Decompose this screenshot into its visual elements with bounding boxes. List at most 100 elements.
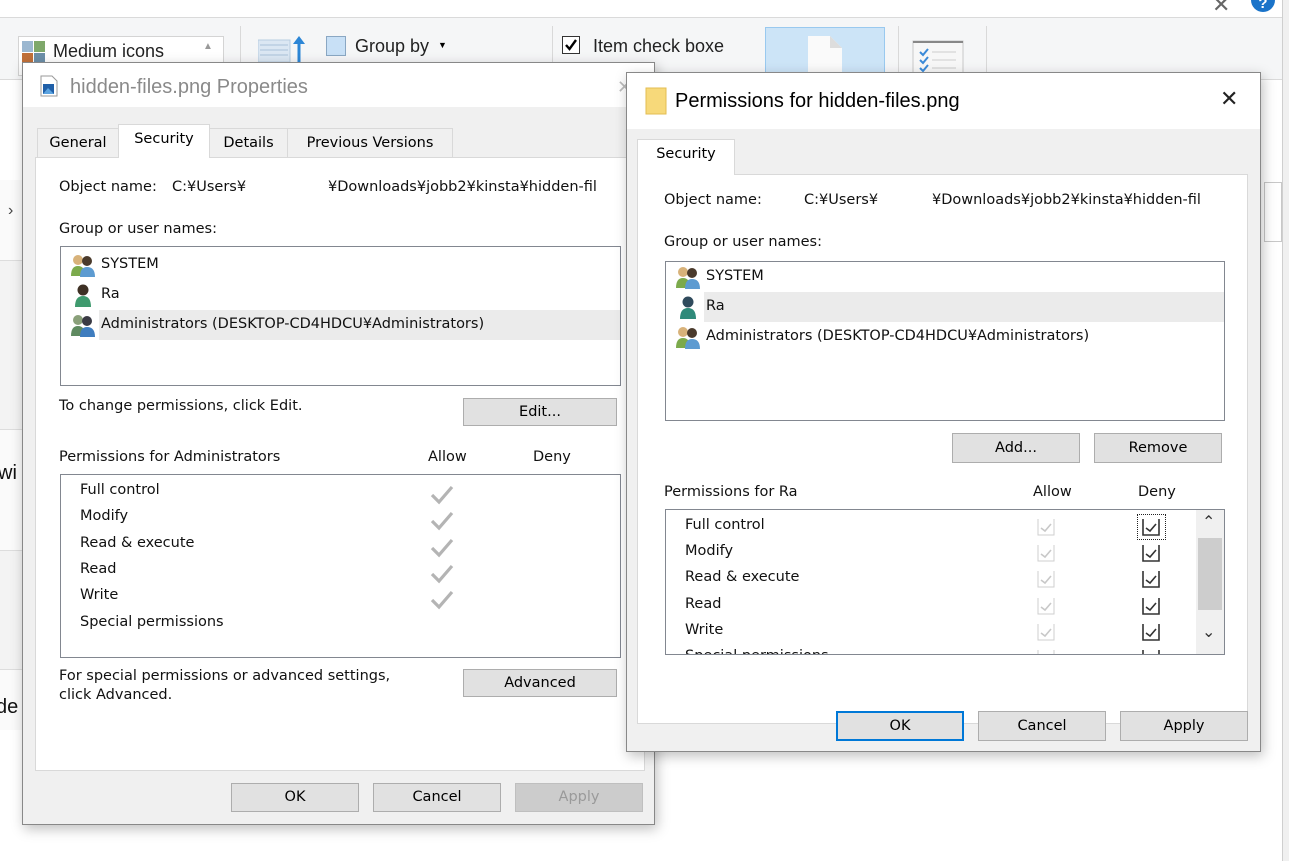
users-listbox[interactable]: SYSTEM Ra Administrators (DESKTOP-CD4HDC… xyxy=(665,261,1225,421)
deny-checkbox[interactable] xyxy=(1142,623,1160,641)
chevron-right-icon[interactable]: › xyxy=(8,202,13,220)
explorer-scrollbar[interactable] xyxy=(1282,0,1289,861)
user-row-ra[interactable]: Ra xyxy=(61,280,620,310)
single-user-icon xyxy=(75,284,91,307)
permissions-title-bar: Permissions for hidden-files.png ✕ xyxy=(627,73,1260,129)
user-row-system[interactable]: SYSTEM xyxy=(666,262,1224,292)
user-name: Ra xyxy=(706,298,725,314)
permissions-cancel-button[interactable]: Cancel xyxy=(978,711,1106,741)
permission-row: Read xyxy=(666,593,1194,619)
explorer-title-bar xyxy=(0,0,1289,18)
object-name-label: Object name: xyxy=(59,179,157,195)
allow-checkbox xyxy=(1037,597,1055,615)
user-name: Administrators (DESKTOP-CD4HDCU¥Administ… xyxy=(706,328,1090,344)
properties-ok-button[interactable]: OK xyxy=(231,783,359,812)
tab-details[interactable]: Details xyxy=(209,128,288,158)
deny-column-header: Deny xyxy=(533,449,571,465)
permission-row: Special permissions xyxy=(666,645,1194,655)
group-by-dropdown-icon[interactable]: ▼ xyxy=(438,40,447,50)
group-users-icon xyxy=(71,255,95,277)
properties-cancel-button[interactable]: Cancel xyxy=(373,783,501,812)
permissions-close-icon[interactable]: ✕ xyxy=(1220,86,1238,112)
permission-name: Read & execute xyxy=(80,534,195,551)
permissions-for-label: Permissions for Ra xyxy=(664,484,798,500)
permissions-title: Permissions for hidden-files.png xyxy=(675,90,960,112)
group-by-label[interactable]: Group by xyxy=(355,36,429,57)
tab-general[interactable]: General xyxy=(37,128,119,158)
user-row-ra[interactable]: Ra xyxy=(704,292,1224,322)
remove-button[interactable]: Remove xyxy=(1094,433,1222,463)
permission-row: Full control xyxy=(666,514,1194,540)
group-users-icon xyxy=(676,267,700,289)
group-names-label: Group or user names: xyxy=(59,221,217,237)
permission-name: Read xyxy=(685,595,722,612)
permission-name: Write xyxy=(685,621,724,638)
focus-indicator xyxy=(1137,514,1166,540)
permissions-scrollbar[interactable]: ⌃ ⌄ xyxy=(1196,510,1224,654)
permission-row: Read xyxy=(61,558,620,584)
tab-previous-versions[interactable]: Previous Versions xyxy=(287,128,453,158)
permission-row: Read & execute xyxy=(666,566,1194,592)
scroll-down-icon[interactable]: ⌄ xyxy=(1202,622,1215,642)
thumbnail-image xyxy=(0,550,22,670)
permission-name: Modify xyxy=(80,508,129,525)
group-users-icon xyxy=(71,315,95,337)
properties-apply-button: Apply xyxy=(515,783,643,812)
item-checkboxes-checkbox[interactable] xyxy=(562,36,580,54)
permission-row: Write xyxy=(61,584,620,610)
tab-security[interactable]: Security xyxy=(637,139,735,175)
allow-checkbox xyxy=(1037,650,1055,654)
scrollbar-thumb[interactable] xyxy=(1198,538,1222,610)
user-name: SYSTEM xyxy=(706,268,764,284)
user-row-administrators[interactable]: Administrators (DESKTOP-CD4HDCU¥Administ… xyxy=(99,310,620,340)
edit-button[interactable]: Edit... xyxy=(463,398,617,426)
deny-column-header: Deny xyxy=(1138,484,1176,500)
permissions-panel: Object name: C:¥Users¥ ¥Downloads¥jobb2¥… xyxy=(637,174,1248,724)
permissions-dialog: Permissions for hidden-files.png ✕ Secur… xyxy=(626,72,1261,752)
permission-name: Read xyxy=(80,560,117,577)
deny-checkbox[interactable] xyxy=(1142,649,1160,655)
permission-row: Full control xyxy=(61,479,620,505)
deny-checkbox[interactable] xyxy=(1142,570,1160,589)
group-by-icon xyxy=(326,36,346,56)
sort-by-icon[interactable] xyxy=(258,34,308,64)
permissions-apply-button[interactable]: Apply xyxy=(1120,711,1248,741)
item-checkboxes-label[interactable]: Item check boxe xyxy=(593,36,724,57)
group-names-label: Group or user names: xyxy=(664,234,822,250)
allow-checkbox xyxy=(1037,623,1055,641)
single-user-icon xyxy=(680,296,696,319)
object-name-value-part1: C:¥Users¥ xyxy=(804,192,879,208)
allow-column-header: Allow xyxy=(428,449,467,465)
permission-row: Modify xyxy=(61,505,620,531)
allow-check-icon xyxy=(430,485,454,505)
permission-row: Write xyxy=(666,619,1194,645)
permission-name: Full control xyxy=(80,482,160,498)
users-listbox[interactable]: SYSTEM Ra Administrators (DESKTOP-CD4HDC… xyxy=(60,246,621,386)
content-fragment: de xyxy=(0,696,19,718)
object-name-label: Object name: xyxy=(664,192,762,208)
permissions-ok-button[interactable]: OK xyxy=(836,711,964,741)
permission-name: Special permissions xyxy=(685,648,829,654)
folder-icon xyxy=(645,87,667,115)
user-row-system[interactable]: SYSTEM xyxy=(61,250,620,280)
gallery-scroll-up-icon[interactable]: ▲ xyxy=(203,41,213,52)
deny-checkbox[interactable] xyxy=(1142,597,1160,615)
content-fragment: wi xyxy=(0,462,17,484)
properties-dialog: hidden-files.png Properties ✕ General Se… xyxy=(22,62,655,825)
allow-checkbox xyxy=(1037,571,1055,588)
user-row-administrators[interactable]: Administrators (DESKTOP-CD4HDCU¥Administ… xyxy=(666,322,1224,352)
tab-security[interactable]: Security xyxy=(118,124,210,158)
change-permissions-hint: To change permissions, click Edit. xyxy=(59,398,303,414)
allow-check-icon xyxy=(430,512,454,531)
explorer-close-icon[interactable]: ✕ xyxy=(1212,0,1230,18)
permission-name: Read & execute xyxy=(685,569,800,586)
permission-name: Special permissions xyxy=(80,613,224,630)
layout-option-label[interactable]: Medium icons xyxy=(53,41,164,62)
properties-title-bar: hidden-files.png Properties ✕ xyxy=(23,63,654,107)
advanced-button[interactable]: Advanced xyxy=(463,669,617,697)
scroll-up-icon[interactable]: ⌃ xyxy=(1202,512,1215,532)
permissions-list: Full control Modify Read & execute Read Writ… xyxy=(60,474,621,658)
allow-checkbox xyxy=(1037,545,1055,562)
add-button[interactable]: Add... xyxy=(952,433,1080,463)
deny-checkbox[interactable] xyxy=(1142,544,1160,562)
